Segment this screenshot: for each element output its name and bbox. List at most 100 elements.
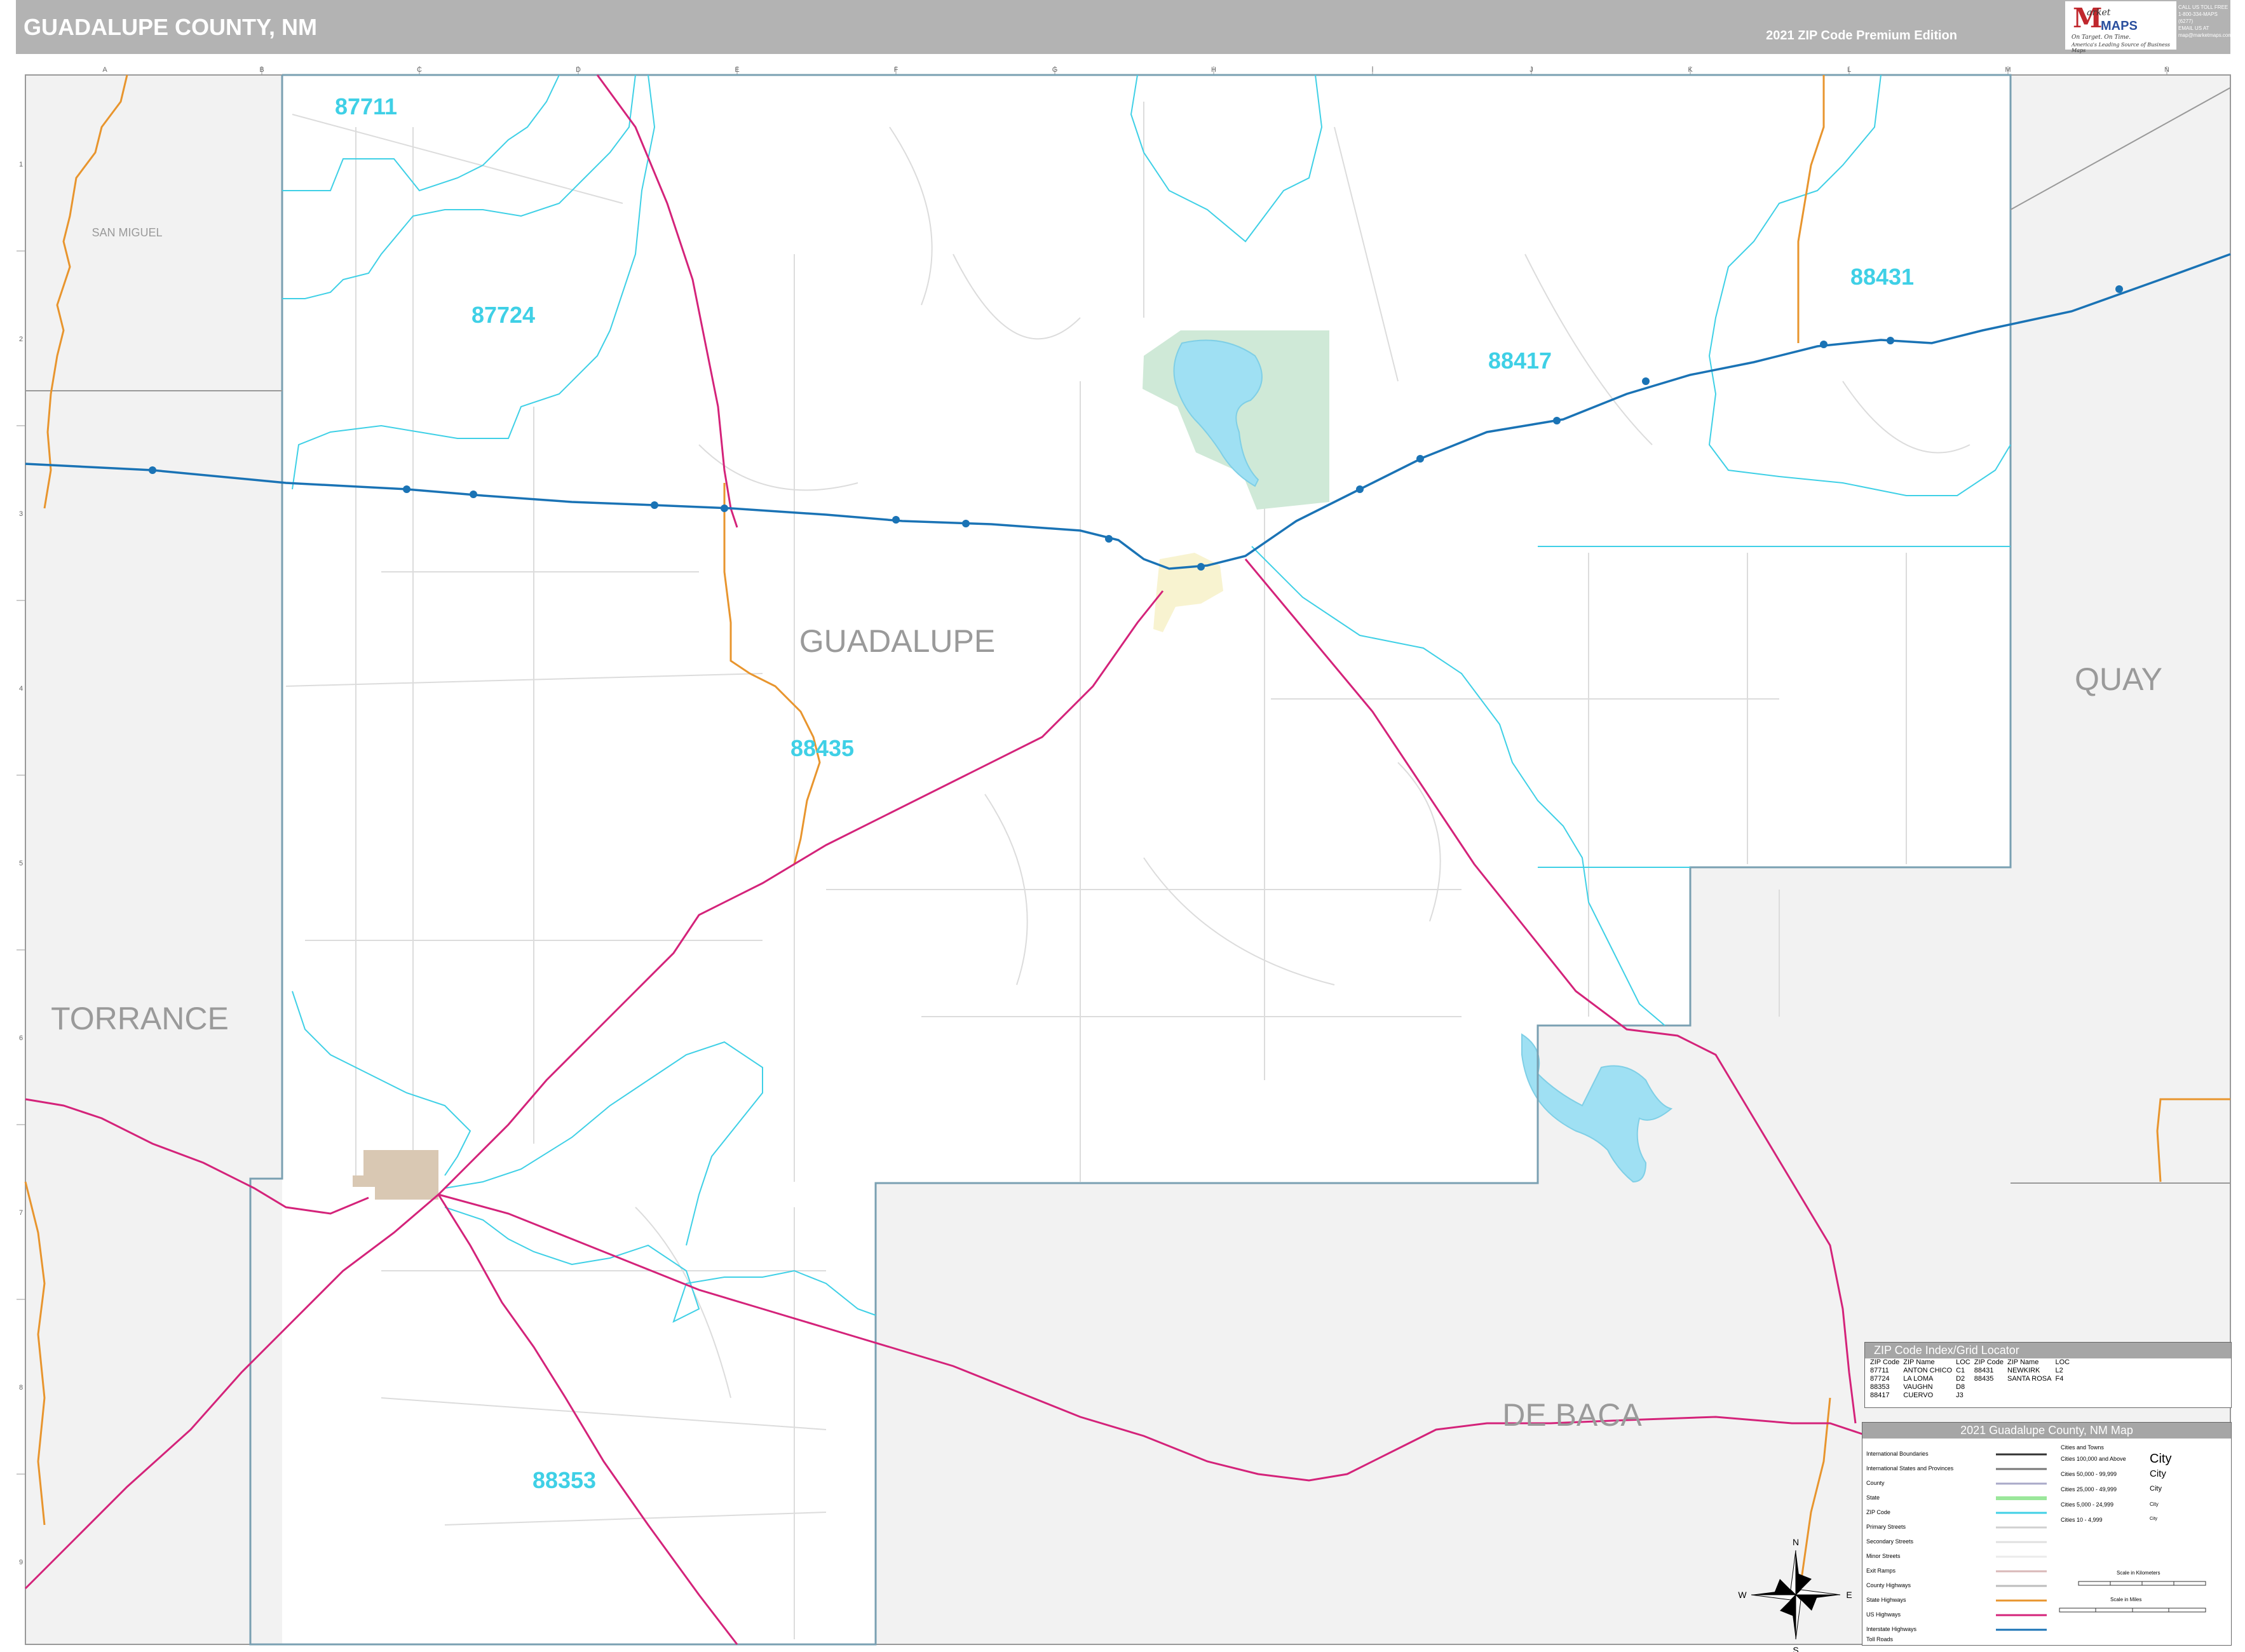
zip-index-cell: SANTA ROSA — [2007, 1375, 2052, 1383]
zip-index-cell: 87724 — [1870, 1375, 1890, 1383]
legend-city-sample: City — [2150, 1517, 2158, 1521]
zip-index-cell — [2007, 1391, 2055, 1400]
county-label-de-baca: DE BACA — [1502, 1397, 1642, 1433]
legend-city-sample: City — [2150, 1485, 2162, 1493]
zip-index-cell: 88435 — [1974, 1375, 1994, 1383]
grid-col-label: J — [1529, 66, 1533, 74]
table-row: 87711 ANTON CHICO C1 88431 NEWKIRK L2 — [1870, 1367, 2073, 1375]
grid-col-label: K — [1688, 66, 1693, 74]
legend-item: Exit Ramps — [1866, 1567, 1896, 1574]
grid-col-label: A — [102, 66, 107, 74]
zip-index-cell: F4 — [2055, 1375, 2064, 1383]
zip-index-cell: L2 — [2055, 1367, 2063, 1374]
zip-index-cell — [1974, 1391, 2007, 1400]
legend-item: Secondary Streets — [1866, 1538, 1914, 1545]
legend-item: Minor Streets — [1866, 1553, 1901, 1559]
table-row: 88353 VAUGHN D8 — [1870, 1383, 2073, 1391]
state-highway-northeast — [1797, 75, 1825, 343]
zip-label-88431: 88431 — [1850, 264, 1914, 290]
legend-item: International Boundaries — [1866, 1451, 1929, 1457]
zip-index-header: ZIP Code — [1974, 1358, 2004, 1366]
scale-km-label: Scale in Kilometers — [2117, 1570, 2160, 1576]
grid-row-label: 1 — [19, 161, 23, 168]
zip-label-87724: 87724 — [471, 302, 535, 328]
zip-index-cell: C1 — [1956, 1367, 1965, 1374]
zip-index-header: ZIP Name — [2007, 1358, 2039, 1366]
zip-label-88435: 88435 — [790, 735, 854, 761]
zip-index-cell: CUERVO — [1903, 1391, 1934, 1399]
zip-index-cell — [2055, 1391, 2073, 1400]
grid-col-label: D — [576, 66, 581, 74]
grid-row-label: 2 — [19, 335, 23, 343]
compass-s: S — [1793, 1645, 1798, 1652]
legend-city-sample: City — [2150, 1501, 2159, 1507]
zip-index-table: ZIP Code ZIP Name LOC ZIP Code ZIP Name … — [1870, 1358, 2073, 1400]
grid-row-label: 8 — [19, 1384, 23, 1391]
legend-item: Toll Roads — [1866, 1636, 1894, 1642]
legend-item: Interstate Highways — [1866, 1626, 1917, 1632]
legend-item: County Highways — [1866, 1582, 1911, 1588]
zip-index-cell: D2 — [1956, 1375, 1965, 1383]
legend-item: State — [1866, 1494, 1880, 1501]
legend-swatches — [1996, 1453, 2206, 1631]
legend-item: US Highways — [1866, 1611, 1901, 1618]
zip-index-cell: 88417 — [1870, 1391, 1890, 1399]
grid-row-label: 3 — [19, 510, 23, 518]
legend-item: ZIP Code — [1866, 1509, 1890, 1515]
zip-index-cell — [2055, 1383, 2073, 1391]
grid-col-labels: A B C D E F G H I J K L M N — [102, 66, 2169, 74]
compass-n: N — [1793, 1537, 1799, 1547]
zip-index-cell: 87711 — [1870, 1367, 1889, 1374]
legend-city-sample: City — [2150, 1452, 2172, 1466]
zip-index-cell: J3 — [1956, 1391, 1964, 1399]
legend-item: International States and Provinces — [1866, 1465, 1954, 1472]
compass-e: E — [1846, 1590, 1852, 1600]
interstate-shields — [149, 285, 2123, 571]
zip-label-87711: 87711 — [335, 93, 397, 119]
legend-item: County — [1866, 1480, 1885, 1486]
zip-index-cell — [1974, 1383, 2007, 1391]
zip-index-title: ZIP Code Index/Grid Locator — [1865, 1343, 2231, 1358]
table-row: 87724 LA LOMA D2 88435 SANTA ROSA F4 — [1870, 1375, 2073, 1383]
grid-col-label: E — [735, 66, 739, 74]
zip-index-cell: 88353 — [1870, 1383, 1890, 1391]
compass-w: W — [1738, 1590, 1747, 1600]
de-baca-outside-area — [876, 867, 2011, 1644]
zip-index-cell: 88431 — [1974, 1367, 1994, 1374]
grid-row-label: 4 — [19, 685, 23, 693]
grid-row-label: 7 — [19, 1209, 23, 1217]
grid-col-label: H — [1211, 66, 1216, 74]
zip-label-88353: 88353 — [532, 1467, 596, 1493]
county-label-guadalupe: GUADALUPE — [799, 623, 995, 659]
legend-box: 2021 Guadalupe County, NM Map Internatio… — [1862, 1422, 2232, 1646]
zip-index-cell: VAUGHN — [1903, 1383, 1933, 1391]
table-row: 88417 CUERVO J3 — [1870, 1391, 2073, 1400]
scale-mi-label: Scale in Miles — [2110, 1597, 2142, 1602]
grid-col-label: N — [2164, 66, 2169, 74]
county-label-torrance: TORRANCE — [51, 1001, 229, 1036]
legend-city-range: Cities 10 - 4,999 — [2061, 1517, 2103, 1523]
zip-index-header: LOC — [2055, 1358, 2070, 1366]
zip-index-cell — [2007, 1383, 2055, 1391]
zip-index-cell: ANTON CHICO — [1903, 1367, 1953, 1374]
zip-index-header: LOC — [1956, 1358, 1970, 1366]
west-outside-area — [25, 75, 282, 1644]
zip-label-88417: 88417 — [1488, 348, 1552, 374]
legend-city-sample: City — [2150, 1468, 2166, 1479]
grid-col-label: C — [417, 66, 422, 74]
vaughn-city-area — [353, 1150, 438, 1200]
legend-cities-header: Cities and Towns — [2061, 1444, 2104, 1451]
torrance-south-area — [250, 1179, 282, 1644]
grid-row-label: 6 — [19, 1034, 23, 1042]
zip-index-header: ZIP Name — [1903, 1358, 1935, 1366]
legend-city-range: Cities 5,000 - 24,999 — [2061, 1501, 2114, 1508]
grid-col-label: M — [2005, 66, 2011, 74]
grid-row-labels: 1 2 3 4 5 6 7 8 9 — [19, 161, 23, 1566]
east-outside-area — [2011, 75, 2230, 1644]
zip-index-header: ZIP Code — [1870, 1358, 1900, 1366]
grid-col-label: G — [1052, 66, 1058, 74]
zip-index-cell: D8 — [1956, 1383, 1965, 1391]
grid-col-label: L — [1847, 66, 1851, 74]
legend-city-range: Cities 25,000 - 49,999 — [2061, 1486, 2117, 1493]
legend-city-range: Cities 50,000 - 99,999 — [2061, 1471, 2117, 1477]
